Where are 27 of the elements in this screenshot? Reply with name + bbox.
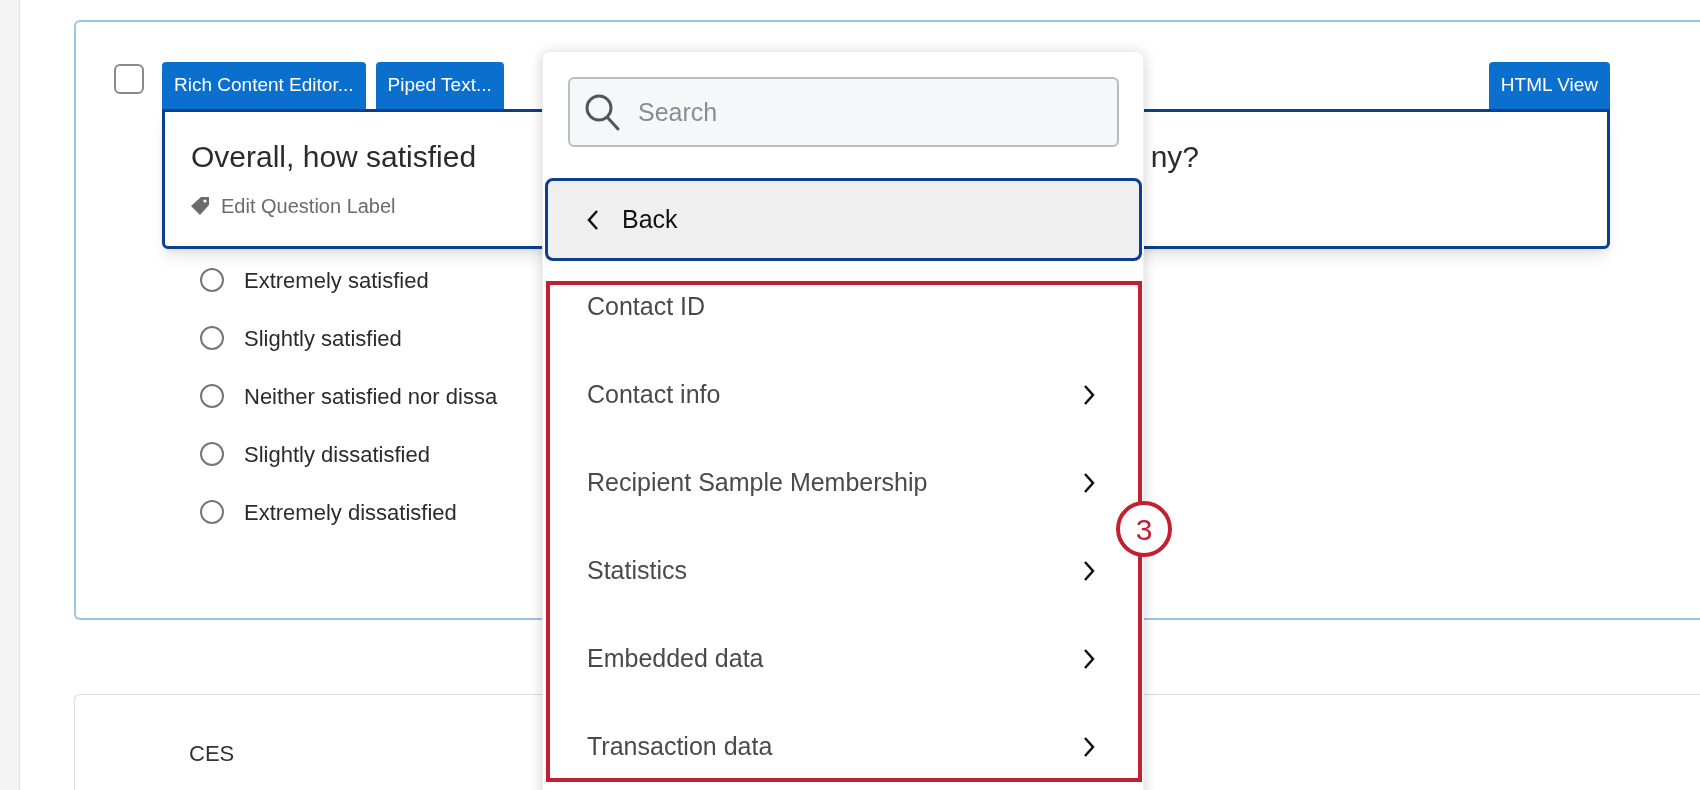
- back-button[interactable]: Back: [545, 178, 1142, 261]
- option-label: Slightly dissatisfied: [244, 440, 430, 469]
- search-icon: [584, 93, 620, 131]
- radio-button[interactable]: [200, 326, 224, 350]
- radio-button[interactable]: [200, 384, 224, 408]
- question-text: Overall, how satisfied: [191, 139, 477, 175]
- search-field[interactable]: Search: [568, 77, 1119, 147]
- menu-item[interactable]: Contact ID: [550, 285, 1138, 351]
- option-label: Extremely dissatisfied: [244, 498, 457, 527]
- question-title: CES: [189, 741, 235, 766]
- edit-question-label-link[interactable]: Edit Question Label: [221, 191, 396, 221]
- radio-button[interactable]: [200, 442, 224, 466]
- menu-item[interactable]: Embedded data: [550, 615, 1138, 703]
- menu-item[interactable]: Contact info: [550, 351, 1138, 439]
- checkbox[interactable]: [114, 64, 144, 94]
- option-label: Neither satisfied nor dissa: [244, 382, 498, 411]
- radio-button[interactable]: [200, 500, 224, 524]
- tag-icon: [191, 196, 211, 216]
- editor-tab[interactable]: Rich Content Editor...: [162, 62, 366, 109]
- question-text: ny?: [1150, 139, 1199, 175]
- menu-item[interactable]: Transaction data: [550, 703, 1138, 778]
- option-label: Extremely satisfied: [244, 266, 429, 295]
- chevron-left-icon: [586, 208, 600, 231]
- html-view-tab[interactable]: HTML View: [1488, 62, 1610, 109]
- radio-button[interactable]: [200, 268, 224, 292]
- editor-tab[interactable]: Piped Text...: [375, 62, 504, 109]
- option-label: Slightly satisfied: [244, 324, 402, 353]
